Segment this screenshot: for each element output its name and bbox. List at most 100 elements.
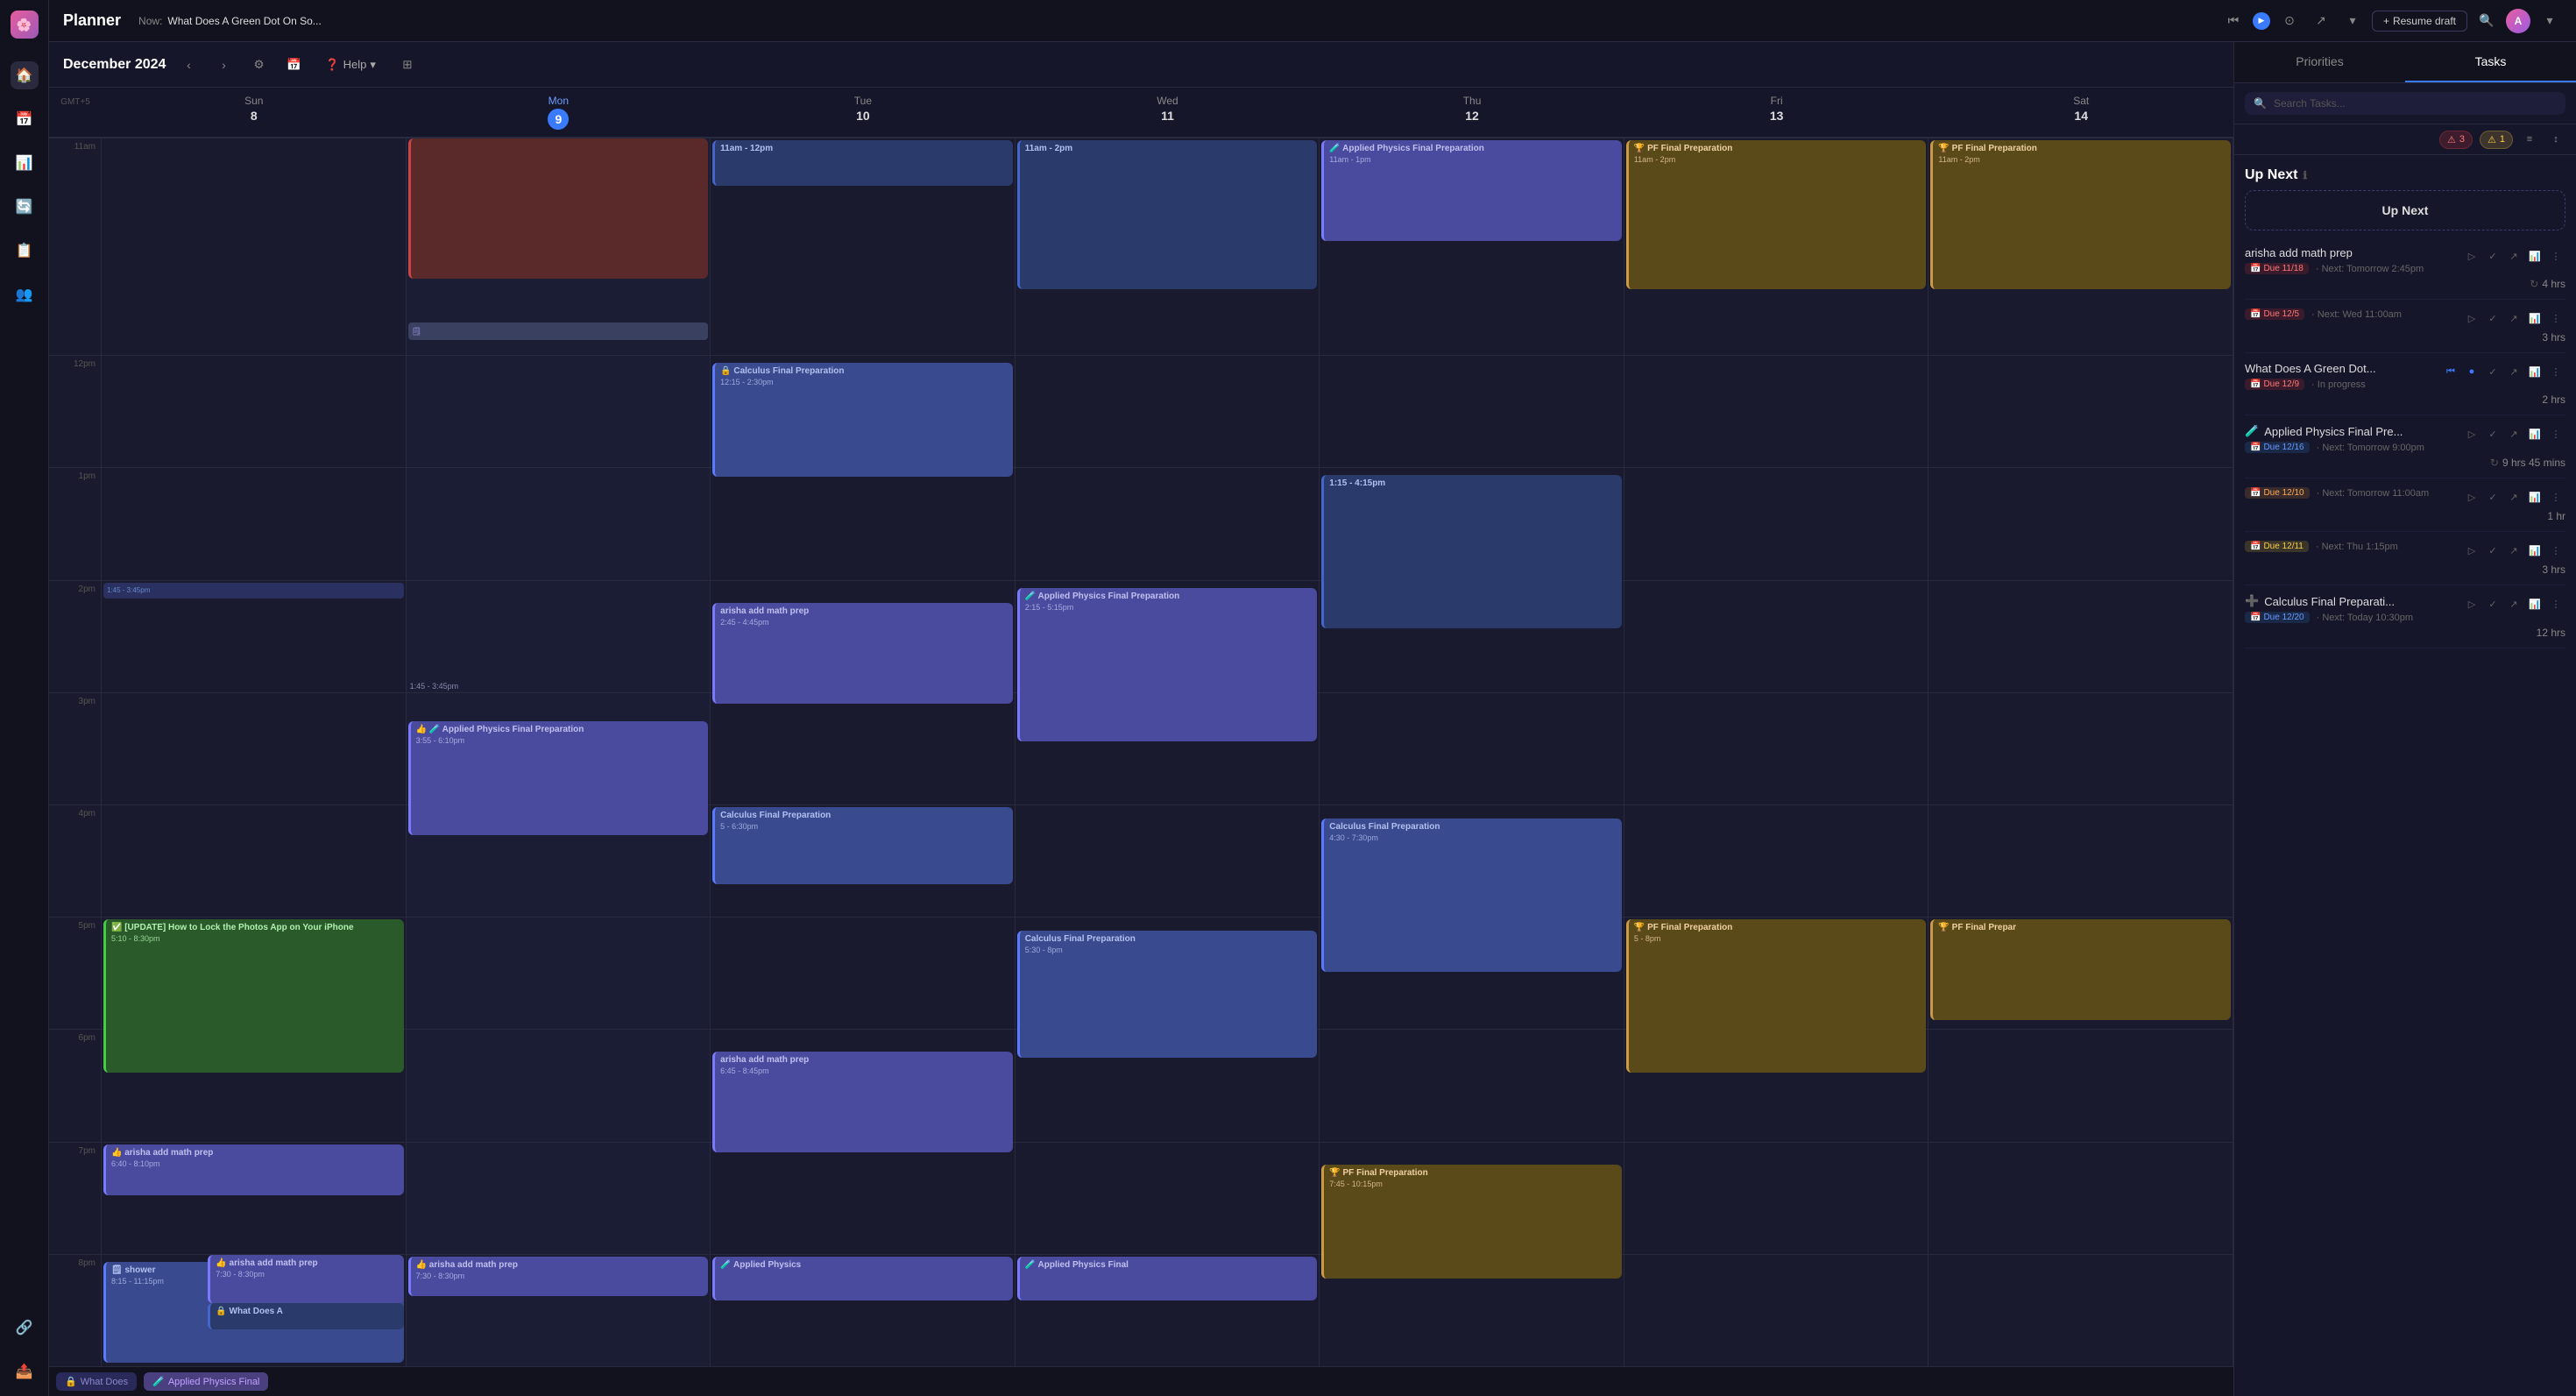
link-task-1[interactable]: ↗ (2504, 246, 2523, 266)
sat-6pm[interactable] (1928, 1029, 2233, 1141)
more-task-2[interactable]: ⋮ (2546, 308, 2565, 328)
play-indicator[interactable]: ▶ (2253, 12, 2270, 30)
chart-task-6[interactable]: 📊 (2525, 541, 2544, 560)
wed-2pm[interactable]: 🧪 Applied Physics Final Preparation 2:15… (1016, 580, 1320, 692)
sat-7pm[interactable] (1928, 1142, 2233, 1254)
tue-11am[interactable]: 11am - 12pm (711, 138, 1016, 355)
sat-2pm[interactable] (1928, 580, 2233, 692)
event-mon-block[interactable] (408, 138, 709, 279)
chart-task-1[interactable]: 📊 (2525, 246, 2544, 266)
play-task-4[interactable]: ▷ (2462, 424, 2481, 443)
more-task-6[interactable]: ⋮ (2546, 541, 2565, 560)
fri-4pm[interactable] (1624, 804, 1929, 917)
event-sun-whatdoes[interactable]: 🔒 What Does A (208, 1303, 403, 1329)
wed-8pm[interactable]: 🧪 Applied Physics Final (1016, 1254, 1320, 1366)
event-tue-applied-bottom[interactable]: 🧪 Applied Physics (712, 1257, 1013, 1300)
chart-task-2[interactable]: 📊 (2525, 308, 2544, 328)
mon-11am[interactable]: 🗒 (407, 138, 711, 355)
event-sun-green[interactable]: ✅ [UPDATE] How to Lock the Photos App on… (103, 919, 404, 1073)
event-mon-arisha-bottom[interactable]: 👍 arisha add math prep 7:30 - 8:30pm (408, 1257, 709, 1296)
sun-1pm[interactable] (102, 467, 407, 579)
fri-5pm[interactable]: 🏆 PF Final Preparation 5 - 8pm (1624, 917, 1929, 1029)
sat-1pm[interactable] (1928, 467, 2233, 579)
mon-7pm[interactable] (407, 1142, 711, 1254)
help-button[interactable]: ❓ Help ▾ (316, 54, 384, 75)
event-mon-small[interactable]: 🗒 (408, 322, 709, 340)
tab-tasks[interactable]: Tasks (2405, 42, 2576, 82)
sidebar-item-people[interactable]: 👥 (11, 280, 39, 308)
sidebar-item-link[interactable]: 🔗 (11, 1314, 39, 1342)
wed-4pm[interactable] (1016, 804, 1320, 917)
fri-8pm[interactable] (1624, 1254, 1929, 1366)
event-thu-pf[interactable]: 🏆 PF Final Preparation 7:45 - 10:15pm (1321, 1165, 1622, 1279)
check-task-1[interactable]: ✓ (2483, 246, 2502, 266)
more-task-3[interactable]: ⋮ (2546, 362, 2565, 381)
sidebar-item-tasks[interactable]: 📋 (11, 237, 39, 265)
check-task-7[interactable]: ✓ (2483, 594, 2502, 613)
sidebar-item-home[interactable]: 🏠 (11, 61, 39, 89)
sidebar-item-sync[interactable]: 🔄 (11, 193, 39, 221)
thu-4pm[interactable]: Calculus Final Preparation 4:30 - 7:30pm (1320, 804, 1624, 917)
thu-7pm[interactable]: 🏆 PF Final Preparation 7:45 - 10:15pm (1320, 1142, 1624, 1254)
chart-task-5[interactable]: 📊 (2525, 487, 2544, 507)
event-thu-1pm[interactable]: 1:15 - 4:15pm (1321, 475, 1622, 628)
link-task-2[interactable]: ↗ (2504, 308, 2523, 328)
event-fri-pf2[interactable]: 🏆 PF Final Preparation 5 - 8pm (1626, 919, 1927, 1073)
event-sat-pf[interactable]: 🏆 PF Final Preparation 11am - 2pm (1930, 140, 2231, 289)
filter-red[interactable]: ⚠ 3 (2439, 131, 2473, 149)
external-link-button[interactable]: ↗ (2309, 9, 2333, 33)
fri-7pm[interactable] (1624, 1142, 1929, 1254)
wed-12pm[interactable] (1016, 355, 1320, 467)
event-thu-applied[interactable]: 🧪 Applied Physics Final Preparation 11am… (1321, 140, 1622, 241)
chart-task-4[interactable]: 📊 (2525, 424, 2544, 443)
user-chevron-button[interactable]: ▾ (2537, 9, 2562, 33)
sat-8pm[interactable] (1928, 1254, 2233, 1366)
fri-11am[interactable]: 🏆 PF Final Preparation 11am - 2pm (1624, 138, 1929, 355)
event-sun-arisha2[interactable]: 👍 arisha add math prep 7:30 - 8:30pm (208, 1255, 403, 1303)
wed-1pm[interactable] (1016, 467, 1320, 579)
sort-button[interactable]: ↕ (2546, 130, 2565, 149)
sat-3pm[interactable] (1928, 692, 2233, 804)
chart-task-3[interactable]: 📊 (2525, 362, 2544, 381)
event-sat-pf2[interactable]: 🏆 PF Final Prepar (1930, 919, 2231, 1020)
sun-12pm[interactable] (102, 355, 407, 467)
rewind-button[interactable]: ⏮ (2221, 9, 2246, 33)
tue-4pm[interactable]: Calculus Final Preparation 5 - 6:30pm (711, 804, 1016, 917)
event-wed-applied-bottom[interactable]: 🧪 Applied Physics Final (1017, 1257, 1318, 1300)
event-tue-arisha2[interactable]: arisha add math prep 6:45 - 8:45pm (712, 1052, 1013, 1152)
next-week-button[interactable]: › (211, 53, 236, 77)
layout-button[interactable]: ⊞ (395, 53, 420, 77)
calendar-icon-button[interactable]: 📅 (281, 53, 306, 77)
sun-11am[interactable] (102, 138, 407, 355)
fri-3pm[interactable] (1624, 692, 1929, 804)
link-task-3[interactable]: ↗ (2504, 362, 2523, 381)
resume-draft-button[interactable]: + Resume draft (2372, 11, 2467, 32)
mon-8pm[interactable]: 👍 arisha add math prep 7:30 - 8:30pm (407, 1254, 711, 1366)
play-task-2[interactable]: ▷ (2462, 308, 2481, 328)
thu-11am[interactable]: 🧪 Applied Physics Final Preparation 11am… (1320, 138, 1624, 355)
link-task-4[interactable]: ↗ (2504, 424, 2523, 443)
sidebar-item-share[interactable]: 📤 (11, 1357, 39, 1385)
mon-5pm[interactable] (407, 917, 711, 1029)
more-task-1[interactable]: ⋮ (2546, 246, 2565, 266)
sun-8pm[interactable]: 🗒 shower 8:15 - 11:15pm 👍 arisha add mat… (102, 1254, 407, 1366)
fri-1pm[interactable] (1624, 467, 1929, 579)
event-tue-calc5[interactable]: Calculus Final Preparation 5 - 6:30pm (712, 807, 1013, 884)
check-task-6[interactable]: ✓ (2483, 541, 2502, 560)
mon-1pm[interactable] (407, 467, 711, 579)
check-task-4[interactable]: ✓ (2483, 424, 2502, 443)
play-task-1[interactable]: ▷ (2462, 246, 2481, 266)
more-task-5[interactable]: ⋮ (2546, 487, 2565, 507)
sun-2pm[interactable]: 1:45 - 3:45pm (102, 580, 407, 692)
sun-5pm[interactable]: ✅ [UPDATE] How to Lock the Photos App on… (102, 917, 407, 1029)
event-tue-11am[interactable]: 11am - 12pm (712, 140, 1013, 186)
fri-2pm[interactable] (1624, 580, 1929, 692)
check-task-2[interactable]: ✓ (2483, 308, 2502, 328)
wed-7pm[interactable] (1016, 1142, 1320, 1254)
chevron-down-button[interactable]: ▾ (2340, 9, 2365, 33)
sun-7pm[interactable]: 👍 arisha add math prep 6:40 - 8:10pm (102, 1142, 407, 1254)
app-logo[interactable]: 🌸 (11, 11, 39, 39)
event-tue-arisha[interactable]: arisha add math prep 2:45 - 4:45pm (712, 603, 1013, 704)
link-task-6[interactable]: ↗ (2504, 541, 2523, 560)
sidebar-item-analytics[interactable]: 📊 (11, 149, 39, 177)
